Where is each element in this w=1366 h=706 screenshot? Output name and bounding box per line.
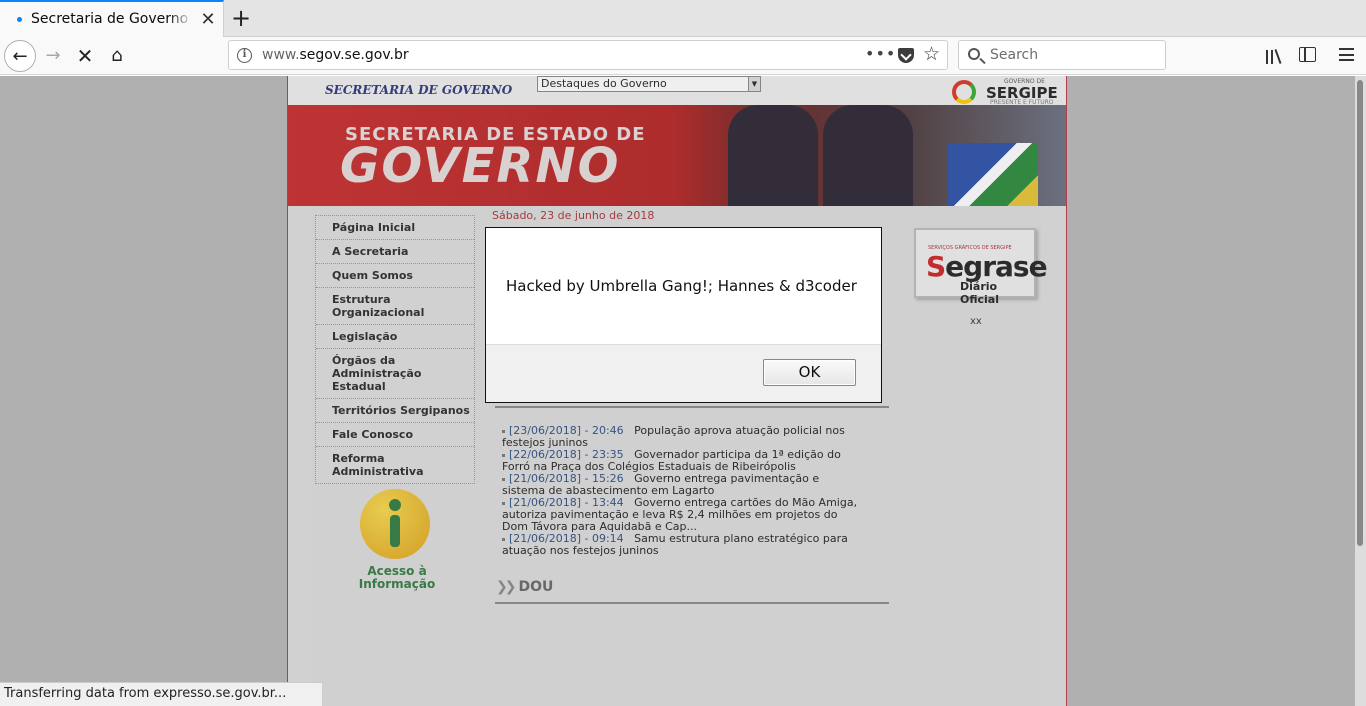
scrollbar-thumb[interactable] [1357, 80, 1363, 546]
library-icon[interactable] [1266, 47, 1284, 64]
more-actions-icon[interactable]: ••• [865, 44, 896, 63]
pocket-icon[interactable] [898, 48, 914, 63]
alert-message: Hacked by Umbrella Gang!; Hannes & d3cod… [506, 277, 857, 295]
hamburger-menu-icon[interactable] [1339, 48, 1354, 61]
url-bar[interactable]: i www.segov.se.gov.br ••• ☆ [228, 40, 948, 70]
tab-active[interactable]: Secretaria de Governo - Se ✕ [0, 0, 224, 37]
stop-button[interactable]: ✕ [69, 40, 101, 72]
dialog-footer: OK [486, 344, 881, 402]
tab-title: Secretaria de Governo - Se [31, 11, 193, 27]
search-input[interactable]: Search [958, 40, 1166, 70]
scrollbar[interactable] [1355, 76, 1366, 706]
search-icon [968, 48, 980, 60]
new-tab-button[interactable]: + [230, 5, 252, 31]
forward-button[interactable]: → [37, 40, 69, 72]
back-button[interactable]: ← [4, 40, 36, 72]
navigation-bar: ← → ✕ ⌂ i www.segov.se.gov.br ••• ☆ Sear… [0, 37, 1366, 75]
home-button[interactable]: ⌂ [101, 40, 133, 72]
search-placeholder: Search [990, 47, 1039, 63]
close-icon[interactable]: ✕ [198, 10, 218, 30]
ok-button[interactable]: OK [763, 359, 856, 386]
tab-bar: Secretaria de Governo - Se ✕ + [0, 0, 1366, 37]
url-text[interactable]: www.segov.se.gov.br [262, 47, 409, 63]
loading-dot-icon [17, 17, 22, 22]
alert-dialog: Hacked by Umbrella Gang!; Hannes & d3cod… [485, 227, 882, 403]
sidebar-icon[interactable] [1299, 47, 1316, 62]
info-icon[interactable]: i [237, 48, 252, 63]
status-bar: Transferring data from expresso.se.gov.b… [0, 682, 323, 706]
bookmark-star-icon[interactable]: ☆ [923, 43, 940, 65]
